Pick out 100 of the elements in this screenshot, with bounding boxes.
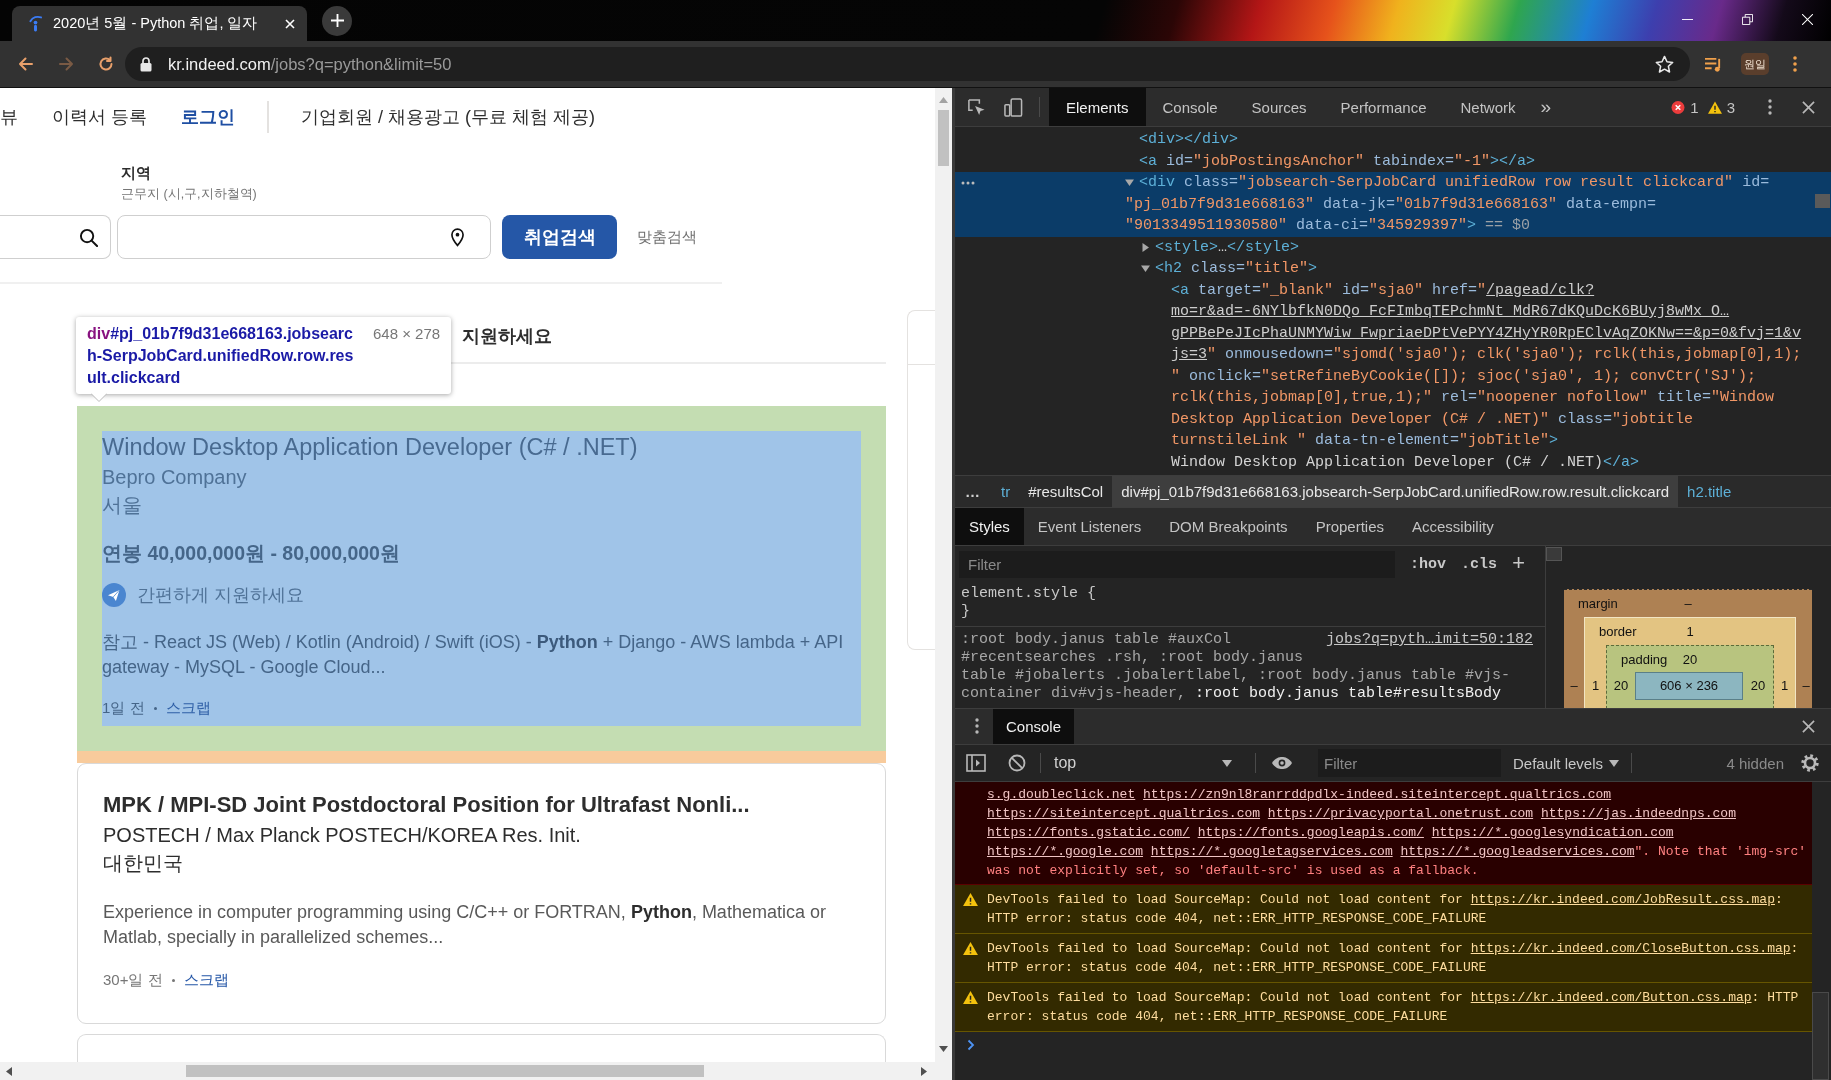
profile-button[interactable]: 원일 — [1741, 53, 1769, 75]
bookmark-star-icon[interactable] — [1655, 54, 1674, 74]
styles-filter-field[interactable]: Filter — [959, 550, 1395, 578]
sidebar-tab[interactable]: Properties — [1301, 508, 1398, 545]
console-link[interactable]: https://*.googleadservices.com — [1400, 844, 1635, 859]
context-dropdown[interactable]: top — [1041, 745, 1239, 781]
vertical-scrollbar[interactable] — [935, 88, 952, 1062]
job-title-link[interactable]: MPK / MPI-SD Joint Postdoctoral Position for Ultrafast Nonli... — [103, 789, 860, 821]
nav-link[interactable]: 기업회원 / 채용광고 (무료 체험 제공) — [301, 105, 595, 129]
ellipsis-icon[interactable] — [961, 181, 975, 185]
breadcrumb[interactable]: tr — [992, 476, 1020, 507]
drawer-tab[interactable]: Console — [993, 709, 1075, 744]
scrollbar-thumb[interactable] — [938, 110, 949, 166]
scroll-left-arrow-icon[interactable] — [6, 1066, 12, 1076]
scroll-right-arrow-icon[interactable] — [921, 1066, 927, 1076]
dom-node-line[interactable]: Desktop Application Developer (C# / .NET)" class="jobtitle — [1171, 408, 1694, 430]
console-link[interactable]: https://*.google.com — [987, 844, 1144, 859]
code-link[interactable]: js=3 — [1171, 346, 1207, 363]
dom-node-line[interactable]: " onclick="setRefineByCookie([]); sjoc('sja0', 1); convCtr('SJ'); — [1171, 365, 1757, 387]
new-tab-button[interactable] — [322, 5, 352, 36]
code-link[interactable]: /pagead/clk? — [1486, 281, 1595, 299]
expand-arrow-icon[interactable] — [1125, 178, 1134, 188]
breadcrumb[interactable]: div#pj_01b7f9d31e668163.jobsearch-SerpJobCard.unifiedRow.row.result.clickcard — [1112, 476, 1679, 507]
expand-arrow-icon[interactable] — [1141, 264, 1150, 274]
breadcrumb[interactable]: #resultsCol — [1019, 476, 1113, 507]
device-toolbar-icon[interactable] — [1004, 97, 1023, 117]
job-card[interactable] — [77, 763, 886, 1024]
console-link[interactable]: https://*.googlesyndication.com — [1431, 825, 1674, 840]
styles-toolbar-button[interactable]: :hov — [1410, 555, 1446, 573]
nav-link[interactable]: 뷰 — [0, 105, 18, 129]
dom-node-line[interactable]: "9013349511930580" data-ci="345929397"> == $0 — [1125, 215, 1531, 237]
address-bar[interactable]: kr.indeed.com/jobs?q=python&limit=50 — [125, 47, 1690, 81]
dom-node-line[interactable]: <div></div> — [1139, 129, 1239, 151]
code-link[interactable]: gPPBePeJIcPhaUNMYWiw_FwpriaeDPtVePYY4ZHyYR0RpEClvAqZOKNw==&p=0&fvj=1&v — [1171, 322, 1802, 344]
console-link[interactable]: https://zn9nl8ranrrddpdlx-indeed.siteintercept.qualtrics.com — [1143, 787, 1612, 802]
restore-icon[interactable] — [1742, 14, 1753, 25]
code-link[interactable]: mo=r&ad=-6NYlbfkN0DQo_FcFImbqTEPchmNt_MdR67dKQuDcK6BUyj8wMx_O… — [1171, 301, 1730, 323]
breadcrumb[interactable]: h2.title — [1678, 476, 1741, 507]
devtools-tab[interactable]: Sources — [1234, 88, 1324, 126]
console-link[interactable]: https://kr.indeed.com/CloseButton.css.map — [1470, 941, 1791, 956]
console-link[interactable]: https://kr.indeed.com/JobResult.css.map — [1470, 892, 1775, 907]
console-link[interactable]: https://jas.indeednps.com — [1540, 806, 1736, 821]
sidebar-tab[interactable]: Event Listeners — [1023, 508, 1156, 545]
error-count-button[interactable]: 1 — [1671, 98, 1699, 116]
dom-node-line[interactable]: <style>…</style> — [1155, 236, 1300, 258]
save-link[interactable]: 스크랩 — [183, 970, 229, 990]
scroll-down-arrow-icon[interactable] — [939, 1046, 948, 1052]
console-link[interactable]: https://fonts.googleapis.com/ — [1197, 825, 1424, 840]
devtools-tab[interactable]: Performance — [1323, 88, 1444, 126]
selected-node-highlight[interactable]: <div class="jobsearch-SerpJobCard unifiedRow row result clickcard" id= "pj_01b7f9d31e668163" data-jk="01b7f9d31e668163" data-empn= "9013349511930580" data-ci="345929397"> == $0 — [955, 172, 1831, 237]
drawer-menu-icon[interactable] — [975, 718, 979, 734]
scrollbar-thumb[interactable] — [1815, 194, 1830, 208]
dom-node-line[interactable]: js=3" onmousedown="sjomd('sja0'); clk('sja0'); rclk(this,jobmap[0],1); — [1171, 344, 1802, 366]
location-field[interactable] — [117, 215, 491, 259]
advanced-search-link[interactable]: 맞춤검색 — [637, 227, 697, 247]
scrollbar-thumb[interactable] — [1546, 547, 1562, 561]
console-link[interactable]: https://siteintercept.qualtrics.com — [987, 806, 1261, 821]
styles-toolbar-button[interactable]: + — [1512, 551, 1526, 577]
search-button[interactable]: 취업검색 — [502, 215, 617, 259]
dom-node-line[interactable]: <div class="jobsearch-SerpJobCard unifiedRow row result clickcard" id= — [1139, 172, 1770, 194]
close-icon[interactable] — [1802, 100, 1815, 114]
horizontal-scrollbar[interactable] — [0, 1062, 952, 1080]
sidebar-toggle-icon[interactable] — [966, 754, 986, 772]
save-link[interactable]: 스크랩 — [165, 698, 211, 718]
sidebar-tab[interactable]: DOM Breakpoints — [1155, 508, 1302, 545]
dom-node-line[interactable]: Window Desktop Application Developer (C# / .NET)</a> — [1171, 451, 1640, 473]
dom-node-line[interactable]: <h2 class="title"> — [1155, 258, 1318, 280]
playlist-icon[interactable] — [1704, 55, 1723, 73]
expand-arrow-icon[interactable] — [1141, 242, 1150, 252]
menu-icon[interactable] — [1793, 56, 1797, 72]
console-link[interactable]: s.g.doubleclick.net — [987, 787, 1136, 802]
console-link[interactable]: https://fonts.gstatic.com/ — [987, 825, 1190, 840]
back-arrow-icon[interactable] — [17, 55, 35, 73]
eye-icon[interactable] — [1271, 756, 1293, 770]
dom-node-line[interactable]: rclk(this,jobmap[0],true,1);" rel="noopener nofollow" title="Window — [1171, 387, 1775, 409]
log-levels-dropdown[interactable]: Default levels — [1513, 754, 1620, 772]
more-options-icon[interactable] — [1768, 99, 1772, 115]
settings-icon[interactable] — [1800, 753, 1820, 773]
dom-node-line[interactable]: turnstileLink " data-tn-element="jobTitle"> — [1171, 430, 1559, 452]
clear-console-icon[interactable] — [1008, 754, 1026, 772]
dom-node-line[interactable]: <a target="_blank" id="sja0" href="/pagead/clk? — [1171, 279, 1595, 301]
sidebar-tab[interactable]: Accessibility — [1398, 508, 1508, 545]
devtools-tab[interactable]: Network — [1443, 88, 1533, 126]
breadcrumb-overflow-button[interactable]: … — [955, 476, 992, 507]
console-link[interactable]: https://privacyportal.onetrust.com — [1267, 806, 1534, 821]
nav-link[interactable]: 이력서 등록 — [52, 105, 147, 129]
close-icon[interactable] — [1802, 720, 1815, 733]
warning-count-button[interactable]: 3 — [1707, 98, 1735, 116]
console-filter-field[interactable]: Filter — [1318, 749, 1501, 777]
console-link[interactable]: https://kr.indeed.com/Button.css.map — [1470, 990, 1752, 1005]
nav-link[interactable]: 로그인 — [181, 105, 235, 129]
devtools-tab[interactable]: Console — [1145, 88, 1235, 126]
scrollbar-thumb[interactable] — [186, 1065, 704, 1077]
more-tabs-button[interactable]: » — [1540, 96, 1552, 118]
dom-node-line[interactable]: "pj_01b7f9d31e668163" data-jk="01b7f9d31e668163" data-empn= — [1125, 193, 1657, 215]
inspect-element-icon[interactable] — [967, 97, 986, 117]
browser-tab[interactable]: 2020년 5월 - Python 취업, 일자 — [12, 6, 307, 41]
dom-node-line[interactable]: <a id="jobPostingsAnchor" tabindex="-1"></a> — [1139, 150, 1536, 172]
styles-toolbar-button[interactable]: .cls — [1461, 555, 1498, 573]
console-link[interactable]: https://*.googletagservices.com — [1150, 844, 1393, 859]
